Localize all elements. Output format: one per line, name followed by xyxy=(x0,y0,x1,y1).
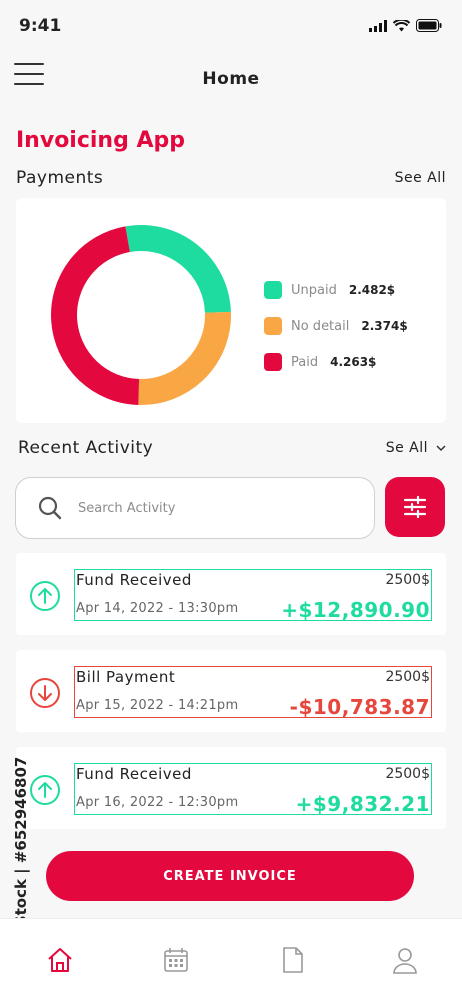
recent-activity-see-all-link[interactable]: Se All xyxy=(386,440,446,456)
legend-value: 2.482$ xyxy=(348,283,396,297)
activity-count: 2500$ xyxy=(385,669,430,685)
page-title: Home xyxy=(202,69,260,89)
payments-see-all-link[interactable]: See All xyxy=(395,170,446,186)
nav-profile[interactable] xyxy=(390,945,420,975)
arrow-up-icon xyxy=(30,581,60,611)
activity-count: 2500$ xyxy=(385,766,430,782)
filter-button[interactable] xyxy=(385,477,445,537)
arrow-down-icon xyxy=(30,678,60,708)
bottom-nav xyxy=(0,918,462,1000)
donut-slice-paid xyxy=(51,226,140,405)
chart-legend: Unpaid 2.482$ No detail 2.374$ Paid 4.26… xyxy=(264,272,408,380)
activity-amount: +$12,890.90 xyxy=(281,598,430,622)
activity-amount: +$9,832.21 xyxy=(295,792,430,816)
legend-value: 4.263$ xyxy=(330,355,377,369)
donut-slice-no-detail xyxy=(138,311,231,405)
activity-details: Fund Received 2500$ Apr 16, 2022 - 12:30… xyxy=(74,763,432,816)
search-input[interactable] xyxy=(78,500,338,516)
search-icon xyxy=(38,496,62,520)
header: Home xyxy=(0,55,462,101)
home-icon xyxy=(48,948,72,972)
activity-title: Bill Payment xyxy=(76,668,176,686)
activity-title: Fund Received xyxy=(76,765,192,783)
activity-count: 2500$ xyxy=(385,572,430,588)
wifi-icon xyxy=(393,19,410,31)
nav-documents[interactable] xyxy=(278,945,308,975)
status-bar: 9:41 xyxy=(0,0,462,50)
legend-value: 2.374$ xyxy=(361,319,408,333)
payments-title: Payments xyxy=(16,168,104,188)
calendar-icon xyxy=(164,948,188,972)
donut-slice-unpaid xyxy=(125,225,231,314)
recent-activity-header: Recent Activity Se All xyxy=(16,438,446,458)
sliders-icon xyxy=(403,495,427,519)
see-all-label: Se All xyxy=(385,440,429,456)
signal-icon xyxy=(369,19,387,32)
activity-item-bill-payment[interactable]: Bill Payment 2500$ Apr 15, 2022 - 14:21p… xyxy=(16,650,446,732)
battery-icon xyxy=(416,19,442,32)
payments-chart-card: Unpaid 2.482$ No detail 2.374$ Paid 4.26… xyxy=(16,198,446,423)
activity-item-fund-received-2[interactable]: Fund Received 2500$ Apr 16, 2022 - 12:30… xyxy=(16,747,446,829)
nav-home[interactable] xyxy=(45,945,75,975)
legend-item-unpaid: Unpaid 2.482$ xyxy=(264,272,408,308)
search-box xyxy=(15,477,375,539)
legend-item-no-detail: No detail 2.374$ xyxy=(264,308,408,344)
create-invoice-button[interactable]: CREATE INVOICE xyxy=(46,851,414,901)
legend-label: No detail xyxy=(291,318,350,334)
activity-details: Bill Payment 2500$ Apr 15, 2022 - 14:21p… xyxy=(74,666,432,719)
recent-activity-title: Recent Activity xyxy=(18,438,154,458)
chevron-down-icon xyxy=(436,445,446,452)
status-icons xyxy=(369,19,442,32)
activity-date: Apr 15, 2022 - 14:21pm xyxy=(76,698,239,713)
legend-swatch xyxy=(264,353,282,371)
legend-label: Paid xyxy=(291,354,319,370)
payments-donut-chart xyxy=(51,225,231,405)
nav-calendar[interactable] xyxy=(161,945,191,975)
profile-icon xyxy=(393,948,417,974)
activity-date: Apr 16, 2022 - 12:30pm xyxy=(76,795,239,810)
payments-header: Payments See All xyxy=(16,168,446,188)
activity-amount: -$10,783.87 xyxy=(289,695,430,719)
legend-swatch xyxy=(264,317,282,335)
legend-item-paid: Paid 4.263$ xyxy=(264,344,408,380)
activity-details: Fund Received 2500$ Apr 14, 2022 - 13:30… xyxy=(74,569,432,622)
legend-label: Unpaid xyxy=(291,282,337,298)
activity-title: Fund Received xyxy=(76,571,192,589)
legend-swatch xyxy=(264,281,282,299)
activity-item-fund-received-1[interactable]: Fund Received 2500$ Apr 14, 2022 - 13:30… xyxy=(16,553,446,635)
app-title: Invoicing App xyxy=(16,128,186,153)
status-time: 9:41 xyxy=(19,16,62,36)
document-icon xyxy=(283,947,303,973)
activity-date: Apr 14, 2022 - 13:30pm xyxy=(76,601,239,616)
